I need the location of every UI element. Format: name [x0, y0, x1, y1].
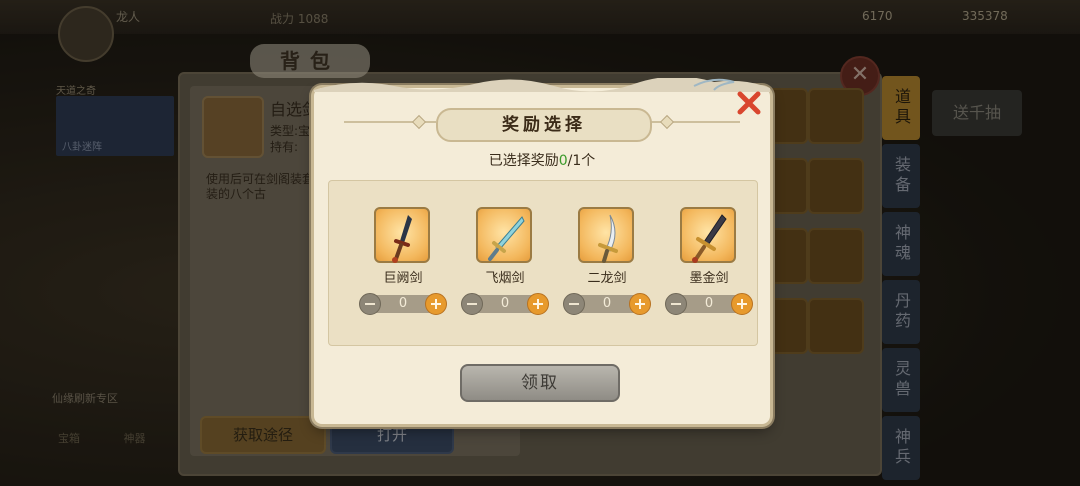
dialog-title: 奖励选择: [436, 108, 652, 142]
minus-button[interactable]: [563, 293, 585, 315]
selected-suffix: /1个: [567, 153, 596, 169]
reward-name: 墨金剑: [689, 271, 729, 286]
quantity-stepper: 0: [665, 293, 753, 315]
sword-icon[interactable]: [374, 207, 430, 263]
minus-button[interactable]: [665, 293, 687, 315]
minus-button[interactable]: [359, 293, 381, 315]
claim-button[interactable]: 领取: [460, 364, 620, 402]
reward-item: 巨阙剑 0: [359, 207, 449, 327]
sword-icon[interactable]: [680, 207, 736, 263]
minus-button[interactable]: [461, 293, 483, 315]
quantity-stepper: 0: [563, 293, 651, 315]
reward-name: 飞烟剑: [485, 271, 525, 286]
plus-button[interactable]: [425, 293, 447, 315]
close-icon[interactable]: [734, 88, 764, 118]
reward-item: 飞烟剑 0: [461, 207, 551, 327]
title-ornament-right: [659, 114, 675, 130]
reward-item: 二龙剑 0: [563, 207, 653, 327]
reward-list: 巨阙剑 0 飞烟剑 0 二龙剑 0 墨金剑 0: [328, 180, 758, 346]
sword-icon[interactable]: [578, 207, 634, 263]
reward-name: 二龙剑: [587, 271, 627, 286]
selected-prefix: 已选择奖励: [488, 153, 559, 169]
quantity-stepper: 0: [461, 293, 549, 315]
selected-count-line: 已选择奖励0/1个: [314, 150, 770, 170]
quantity-value: 0: [602, 296, 612, 311]
reward-item: 墨金剑 0: [665, 207, 755, 327]
quantity-value: 0: [500, 296, 510, 311]
sword-icon[interactable]: [476, 207, 532, 263]
reward-name: 巨阙剑: [383, 271, 423, 286]
quantity-stepper: 0: [359, 293, 447, 315]
quantity-value: 0: [398, 296, 408, 311]
plus-button[interactable]: [731, 293, 753, 315]
selected-count: 0: [558, 153, 568, 169]
plus-button[interactable]: [527, 293, 549, 315]
dialog-wave-decoration: [314, 78, 770, 92]
reward-dialog: 奖励选择 已选择奖励0/1个 巨阙剑 0 飞烟剑 0 二龙剑 0 墨金剑 0 领…: [314, 78, 770, 424]
plus-button[interactable]: [629, 293, 651, 315]
title-ornament-left: [411, 114, 427, 130]
quantity-value: 0: [704, 296, 714, 311]
